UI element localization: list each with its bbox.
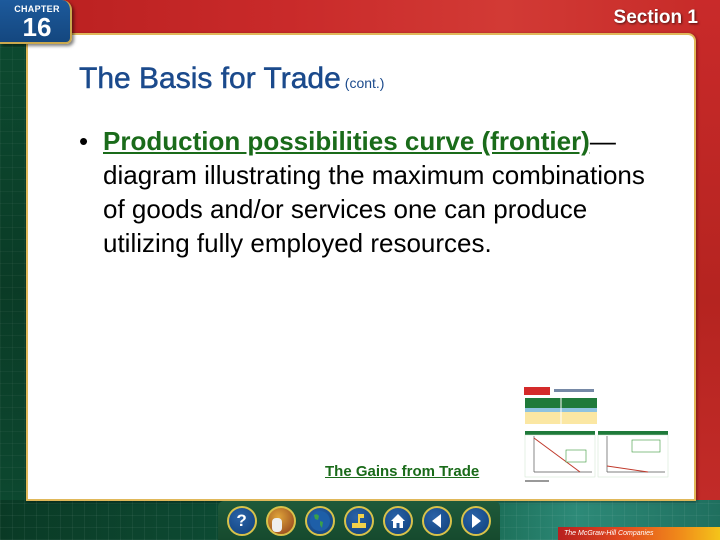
slide-title-suffix: (cont.) xyxy=(344,75,385,91)
figure-caption-line xyxy=(554,389,594,392)
panel-b-header xyxy=(525,431,595,435)
arrow-right-icon xyxy=(472,513,482,528)
publisher-logo: The McGraw-Hill Companies xyxy=(558,527,720,540)
panel-c-header xyxy=(598,431,668,435)
chapter-badge: CHAPTER 16 xyxy=(0,0,72,44)
section-label: Section 1 xyxy=(613,7,698,28)
quiz-button[interactable] xyxy=(343,505,374,536)
gains-from-trade-link[interactable]: The Gains from Trade xyxy=(325,463,479,480)
slide-title: The Basis for Trade (cont.) xyxy=(79,62,385,96)
next-button[interactable] xyxy=(461,505,492,536)
spotlight-button[interactable] xyxy=(265,505,296,536)
globe-icon xyxy=(309,510,330,531)
joystick-icon xyxy=(351,513,366,528)
world-button[interactable] xyxy=(304,505,335,536)
bullet-marker: • xyxy=(79,126,89,156)
arrow-left-icon xyxy=(432,513,442,528)
figure-thumbnail[interactable] xyxy=(522,386,670,486)
figure-label-tag xyxy=(524,387,550,395)
home-icon xyxy=(391,513,406,528)
right-border-decoration xyxy=(694,0,720,500)
slide-title-text: The Basis for Trade xyxy=(79,62,341,96)
bullet-item: • Production possibilities curve (fronti… xyxy=(79,124,659,260)
question-icon: ? xyxy=(236,510,247,530)
help-button[interactable]: ? xyxy=(226,505,257,536)
navigation-bar: ? xyxy=(218,501,500,540)
spotlight-icon xyxy=(271,517,282,532)
chapter-number: 16 xyxy=(22,12,52,42)
home-button[interactable] xyxy=(383,505,414,536)
term-link-production-possibilities[interactable]: Production possibilities curve (frontier… xyxy=(103,126,590,156)
figure-thumbnail-graphic xyxy=(524,387,669,482)
bullet-text: Production possibilities curve (frontier… xyxy=(103,124,659,260)
previous-button[interactable] xyxy=(422,505,453,536)
